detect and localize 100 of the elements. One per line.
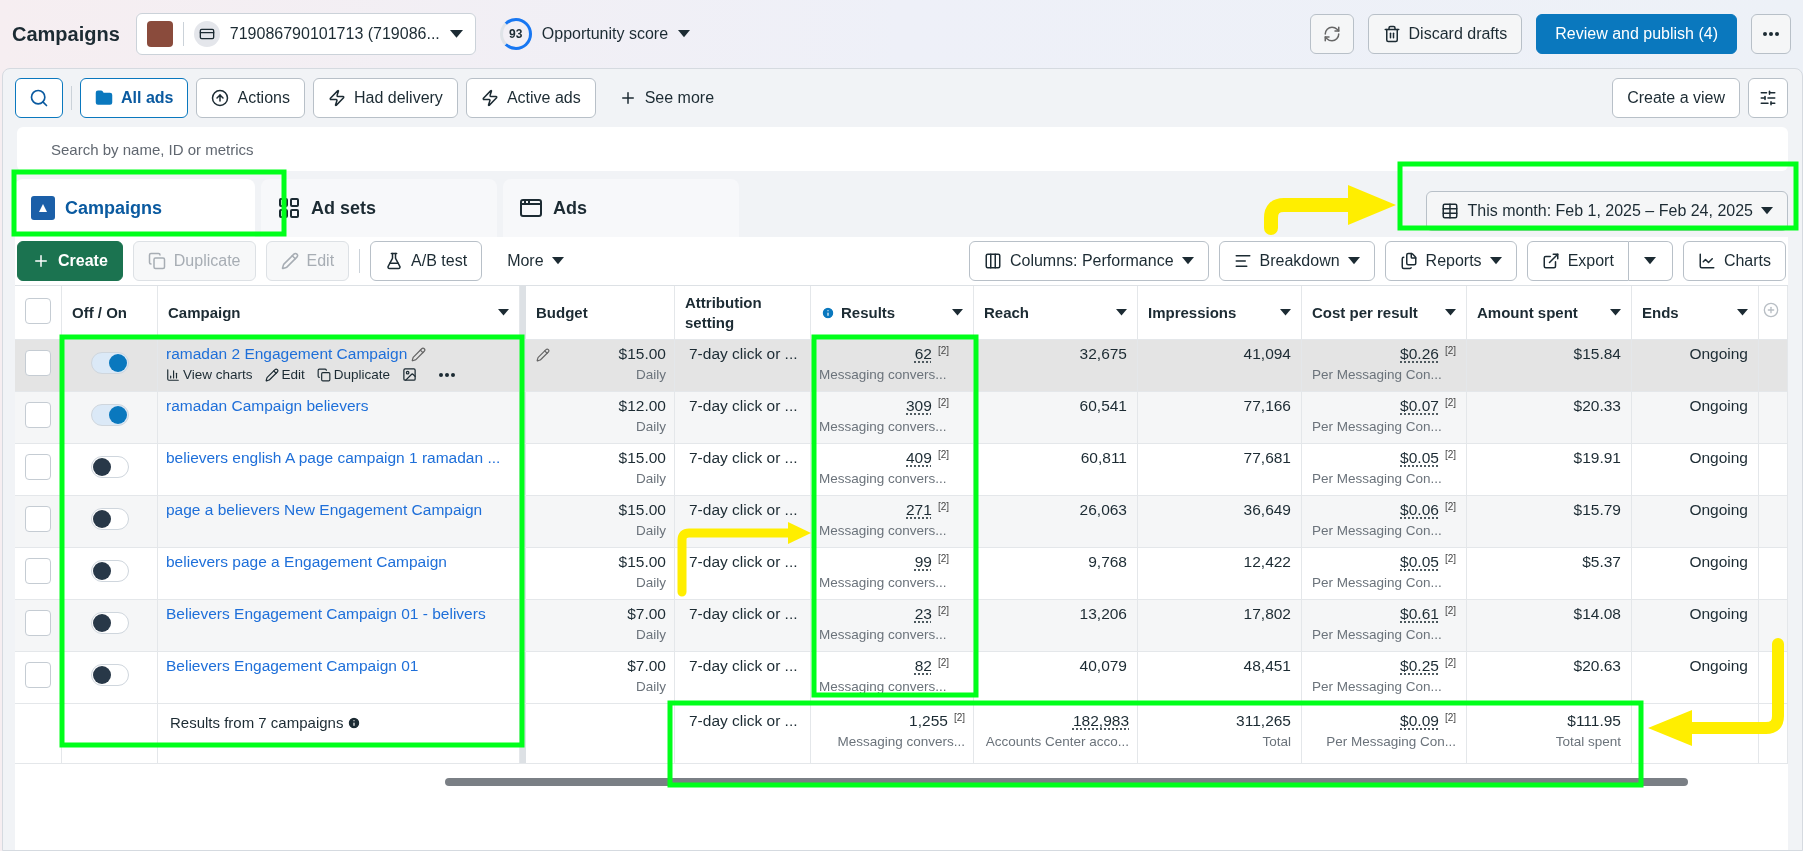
view-button[interactable]: Charts [1682,241,1786,281]
create-button[interactable]: Create [17,241,123,281]
view-button[interactable]: Reports [1384,241,1517,281]
filter-button[interactable]: All ads [80,78,189,118]
value-text: $0.06 [1400,501,1439,519]
ends-text: Ongoing [1689,501,1748,519]
table-row[interactable]: page a believers New Engagement Campaign $15.00 Daily 7-day click or ... 271 [2] Messaging convers... 26,063 36,649 $0.06 [2] Per Messaging Con... $15.79 Ongoing [15,496,1788,548]
column-header[interactable]: Cost per result [1302,286,1467,339]
reach-text: 9,768 [1088,553,1127,571]
table-row[interactable]: believers english A page campaign 1 ramadan ... $15.00 Daily 7-day click or ... 409 [2] Messaging convers... 60,811 77,681 $0.05 [2] Per Messaging Con... $19.91 Ongoing [15,444,1788,496]
select-all-checkbox[interactable] [25,298,51,324]
export-icon [1541,252,1560,270]
scrollbar[interactable] [445,778,1688,786]
column-header[interactable]: Impressions [1138,286,1302,339]
view-button[interactable]: Columns: Performance [968,241,1209,281]
budget-text: $7.00 [627,605,666,623]
on-off-toggle[interactable] [90,612,129,634]
campaign-link[interactable]: ramadan 2 Engagement Campaign [166,345,408,363]
footnote-mark: [2] [937,397,949,408]
search-field[interactable]: Search by name, ID or metrics [17,127,1788,171]
campaign-link[interactable]: Believers Engagement Campaign 01 [166,657,419,675]
row-checkbox[interactable] [25,402,51,428]
level-tab[interactable]: Ad sets [261,179,497,237]
on-off-toggle[interactable] [90,352,129,374]
table-row[interactable]: ramadan Campaign believers $12.00 Daily 7-day click or ... 309 [2] Messaging convers... 60,541 77,166 $0.07 [2] Per Messaging Con... $20.33 Ongoing [15,392,1788,444]
table-row[interactable]: Believers Engagement Campaign 01 - belivers $7.00 Daily 7-day click or ... 23 [2] Messaging convers... 13,206 17,802 $0.61 [2] Per Messaging Con... $14.08 Ongoing [15,600,1788,652]
on-off-toggle[interactable] [90,560,129,582]
more-button[interactable]: More [492,241,579,281]
column-header[interactable]: Off / On [62,286,158,339]
caret-icon [678,30,691,38]
view-button[interactable]: Export [1526,241,1629,281]
export-menu-button[interactable] [1628,241,1673,281]
publish-button[interactable]: Review and publish (4) [1536,14,1737,54]
search-button[interactable] [15,78,63,118]
campaign-link[interactable]: believers english A page campaign 1 ramadan ... [166,449,501,467]
campaign-link[interactable]: page a believers New Engagement Campaign [166,501,483,519]
value-text: 1,255 [909,712,948,730]
value-text: 409 [906,449,932,467]
campaign-link[interactable]: Believers Engagement Campaign 01 - belivers [166,605,486,623]
account-select[interactable]: 719086790101713 (719086... [135,13,476,55]
impressions-text: 48,451 [1243,657,1291,675]
table-row[interactable]: believers page a Engagement Campaign $15.00 Daily 7-day click or ... 99 [2] Messaging convers... 9,768 12,422 $0.05 [2] Per Messaging Con... $5.37 Ongoing [15,548,1788,600]
campaign-link[interactable]: ramadan Campaign believers [166,397,369,415]
row-action-link[interactable]: Edit [264,367,305,382]
cost-type: Per Messaging Con... [1326,734,1456,749]
filter-button[interactable]: Actions [196,78,305,118]
settings-icon [1759,89,1777,107]
value-text: $0.61 [1400,605,1439,623]
value-text: $0.26 [1400,345,1439,363]
filter-button[interactable]: Had delivery [312,78,458,118]
opportunity-score[interactable]: 93 Opportunity score [499,18,691,50]
column-header[interactable]: Budget [526,286,675,339]
settings-button[interactable] [1748,78,1788,118]
reach-text: 40,079 [1079,657,1127,675]
table-row[interactable]: Believers Engagement Campaign 01 $7.00 Daily 7-day click or ... 82 [2] Messaging convers... 40,079 48,451 $0.25 [2] Per Messaging Con... $20.63 Ongoing [15,652,1788,704]
image-icon[interactable] [402,367,418,382]
column-header[interactable]: Reach [974,286,1138,339]
row-checkbox[interactable] [25,350,51,376]
on-off-toggle[interactable] [90,404,129,426]
row-checkbox[interactable] [25,558,51,584]
column-header[interactable]: Amount spent [1467,286,1632,339]
result-type: Messaging convers... [819,679,947,694]
more-icon[interactable] [439,372,456,377]
value-text: 182,983 [1072,712,1129,730]
discard-button[interactable]: Discard drafts [1367,14,1523,54]
filter-button[interactable]: Active ads [465,78,596,118]
view-button[interactable]: Breakdown [1218,241,1375,281]
value-text: 82 [914,657,932,675]
spent-text: $20.63 [1573,657,1621,675]
level-tab[interactable]: Ads [503,179,739,237]
pencil-icon[interactable] [411,346,427,362]
create-view-button[interactable]: Create a view [1612,78,1740,118]
footnote-mark: [2] [1444,501,1456,512]
footnote-mark: [2] [937,501,949,512]
lightning-icon [480,89,499,107]
on-off-toggle[interactable] [90,456,129,478]
impressions-text: 77,681 [1243,449,1291,467]
row-action-link[interactable]: Duplicate [316,367,391,382]
row-checkbox[interactable] [25,506,51,532]
caret-icon [1644,257,1657,265]
column-header[interactable]: Ends [1632,286,1759,339]
column-header[interactable]: Results [811,286,974,339]
see-more-button[interactable]: See more [603,78,730,118]
on-off-toggle[interactable] [90,508,129,530]
footnote-mark: [2] [1444,657,1456,668]
value-text: 311,265 [1236,712,1291,730]
more-options-button[interactable] [1751,14,1791,54]
on-off-toggle[interactable] [90,664,129,686]
cost-type: Per Messaging Con... [1312,419,1442,434]
pencil-icon[interactable] [536,348,550,362]
row-checkbox[interactable] [25,610,51,636]
campaign-link[interactable]: believers page a Engagement Campaign [166,553,447,571]
refresh-button[interactable] [1309,14,1354,54]
row-checkbox[interactable] [25,454,51,480]
column-header[interactable]: Attribution setting [675,286,811,339]
row-checkbox[interactable] [25,662,51,688]
action-button[interactable]: A/B test [370,241,483,281]
table-row[interactable]: ramadan 2 Engagement Campaign View charts Edit Duplicate $15.00 Daily 7-day click or ... 62 [2] Messaging convers... 32,675 41,094 $0.26 [2] Per Messaging Con... $15.84 Ongoing [15,340,1788,392]
window-icon [519,196,543,220]
row-action-link[interactable]: View charts [166,367,253,382]
